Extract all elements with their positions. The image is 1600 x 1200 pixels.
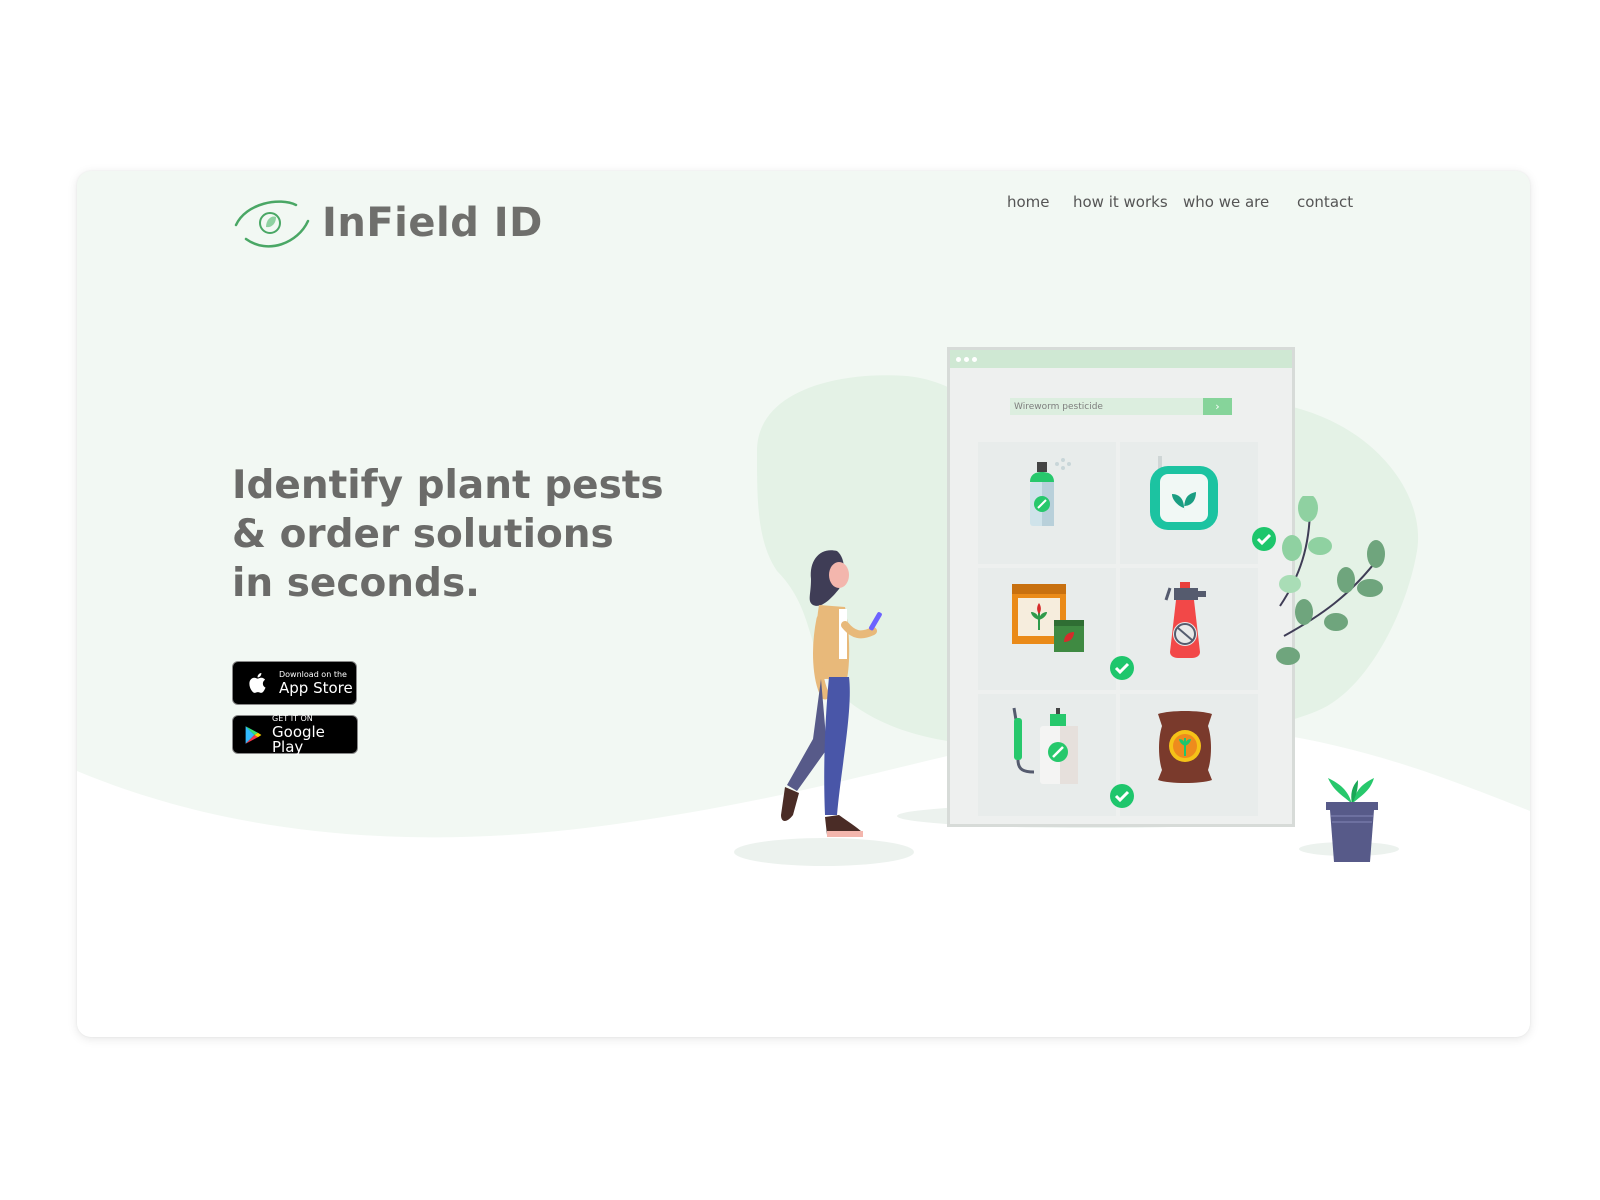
- google-play-line1: GET IT ON: [272, 713, 313, 723]
- hero-line: & order solutions: [232, 512, 614, 557]
- product-tile-spray-can[interactable]: [978, 442, 1116, 564]
- window-dot: [972, 356, 977, 362]
- product-tile-pump-sprayer[interactable]: [1120, 568, 1258, 690]
- mockup-search-bar: ›: [1010, 398, 1232, 415]
- google-play-icon: [245, 725, 262, 744]
- nav-who-we-are[interactable]: who we are: [1183, 193, 1269, 211]
- check-circle-icon: [1110, 784, 1134, 808]
- brand-name: InField ID: [322, 200, 543, 246]
- seed-bag-icon: [1158, 711, 1212, 783]
- app-store-button[interactable]: Download on the App Store: [232, 661, 357, 705]
- apple-icon: [249, 673, 266, 693]
- sprayer-bottle-icon: [1012, 707, 1078, 784]
- eye-leaf-logo-icon: [234, 200, 310, 248]
- product-tile-seed-bag[interactable]: [1120, 694, 1258, 816]
- product-tile-sprayer-bottle[interactable]: [978, 694, 1116, 816]
- mockup-search-input[interactable]: [1010, 398, 1203, 415]
- window-dot: [956, 356, 961, 362]
- product-tile-plant-box[interactable]: [978, 568, 1116, 690]
- chevron-right-icon[interactable]: ›: [1203, 398, 1232, 415]
- nav-home[interactable]: home: [1007, 193, 1050, 211]
- hero-line: Identify plant pests: [232, 463, 664, 508]
- app-mockup-window: ›: [947, 347, 1295, 827]
- hero-line: in seconds.: [232, 561, 480, 606]
- landing-card: InField ID home how it works who we are …: [77, 171, 1530, 1037]
- app-store-line2: App Store: [279, 678, 353, 697]
- mockup-title-bar: [950, 350, 1292, 368]
- google-play-button[interactable]: GET IT ON Google Play: [232, 713, 358, 756]
- woman-with-phone-illustration: [781, 550, 882, 837]
- branch-plant-illustration: [1276, 496, 1385, 665]
- logo[interactable]: InField ID: [232, 195, 543, 251]
- app-store-line1: Download on the: [279, 669, 347, 679]
- spray-can-icon: [1030, 458, 1071, 526]
- product-tile-leaf-container[interactable]: [1120, 442, 1258, 564]
- hero-heading: Identify plant pests & order solutions i…: [232, 461, 672, 608]
- nav-how-it-works[interactable]: how it works: [1073, 193, 1168, 211]
- check-circle-icon: [1110, 656, 1134, 680]
- google-play-line2: Google Play: [272, 722, 325, 756]
- potted-plant-illustration: [1326, 778, 1378, 862]
- pump-sprayer-icon: [1164, 582, 1206, 658]
- plant-box-icon: [1012, 584, 1084, 652]
- nav-contact[interactable]: contact: [1297, 193, 1353, 211]
- window-dot: [964, 356, 969, 362]
- leaf-container-icon: [1150, 456, 1218, 530]
